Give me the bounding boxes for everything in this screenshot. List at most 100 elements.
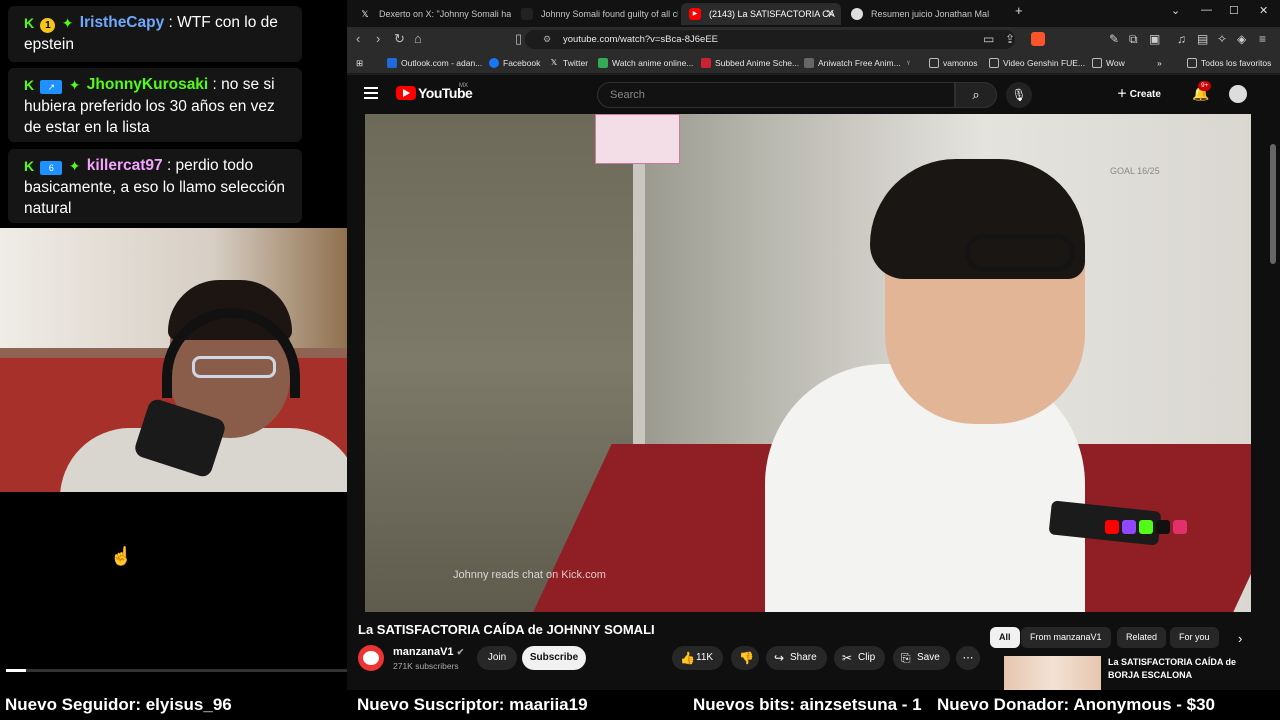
chat-username: JhonnyKurosaki bbox=[86, 76, 209, 93]
leo-icon[interactable]: ✧ bbox=[1217, 32, 1227, 46]
extension-leaf-icon[interactable]: ✎ bbox=[1109, 32, 1119, 46]
bookmark-outlook[interactable]: Outlook.com - adan... bbox=[387, 55, 482, 71]
bookmark-watch-anime[interactable]: Watch anime online... bbox=[598, 55, 693, 71]
chip-related[interactable]: Related bbox=[1117, 627, 1167, 648]
folder-icon bbox=[1187, 58, 1197, 68]
glasses bbox=[192, 356, 276, 378]
chip-from-channel[interactable]: From manzanaV1 bbox=[1021, 627, 1111, 648]
subscribe-button[interactable]: Subscribe bbox=[522, 646, 586, 670]
new-follower-alert: Nuevo Seguidor: elyisus_96 bbox=[5, 695, 232, 714]
new-bits-alert: Nuevos bits: ainzsetsuna - 1 bbox=[693, 695, 922, 714]
forward-icon[interactable]: › bbox=[376, 31, 380, 46]
tab-strip: 𝕏 Dexerto on X: "Johnny Somali has be Jo… bbox=[347, 0, 1280, 27]
site-info-icon[interactable]: ⚙ bbox=[543, 30, 551, 49]
instagram-icon bbox=[1173, 519, 1187, 534]
new-donor-alert: Nuevo Donador: Anonymous - $30 bbox=[937, 695, 1216, 714]
youtube-header: YouTube MX Search ⌕ 🎙 ＋ Create 🔔 9+ bbox=[347, 75, 1280, 114]
address-bar-row: ‹ › ↻ ⌂ ▯ ⚙ youtube.com/watch?v=sBca-8J6… bbox=[347, 27, 1280, 52]
sparkle-badge-icon: ✦ bbox=[61, 15, 74, 31]
train-sign bbox=[595, 114, 680, 164]
webcam-feed bbox=[0, 228, 356, 492]
notification-count: 9+ bbox=[1198, 81, 1212, 91]
search-button[interactable]: ⌕ bbox=[955, 82, 997, 108]
apps-icon[interactable]: ⊞ bbox=[356, 55, 363, 71]
url-field[interactable]: ⚙ youtube.com/watch?v=sBca-8J6eEE bbox=[525, 30, 1015, 49]
thumbs-down-icon: 👎 bbox=[739, 651, 754, 665]
chat-overlay: K 1 ✦ IristheCapy : WTF con lo de epstei… bbox=[0, 0, 347, 228]
bookmark-icon[interactable]: ▯ bbox=[515, 31, 522, 47]
video-title: La SATISFACTORIA CAÍDA de JOHNNY SOMALI bbox=[358, 622, 655, 637]
tab-news[interactable]: Johnny Somali found guilty of all cha bbox=[513, 3, 678, 25]
all-bookmarks-folder[interactable]: Todos los favoritos bbox=[1187, 55, 1271, 71]
news-icon bbox=[521, 8, 533, 20]
extensions-icon[interactable]: ⧉ bbox=[1129, 32, 1138, 47]
recommended-title[interactable]: La SATISFACTORIA CAÍDA de BORJA ESCALONA bbox=[1108, 656, 1248, 682]
anime-schedule-icon bbox=[701, 58, 711, 68]
chevron-right-icon[interactable]: › bbox=[1238, 631, 1242, 646]
menu-icon[interactable] bbox=[364, 87, 378, 99]
home-icon[interactable]: ⌂ bbox=[414, 31, 422, 46]
save-button[interactable]: ⎘ Save bbox=[893, 646, 950, 670]
bookmark-aniwatch[interactable]: Aniwatch Free Anim... bbox=[804, 55, 901, 71]
share-button[interactable]: ↪ Share bbox=[766, 646, 827, 670]
back-icon[interactable]: ‹ bbox=[356, 31, 360, 46]
bookmark-folder-genshin[interactable]: Video Genshin FUE... bbox=[989, 55, 1085, 71]
goal-overlay: GOAL 16/25 bbox=[1110, 166, 1160, 176]
tab-list-icon[interactable]: ⌄ bbox=[1171, 4, 1180, 17]
youtube-logo-icon[interactable] bbox=[396, 86, 416, 100]
chip-for-you[interactable]: For you bbox=[1170, 627, 1219, 648]
tab-youtube[interactable]: ▶ (2143) La SATISFACTORIA CA ✕ bbox=[681, 3, 841, 25]
vpn-icon[interactable]: ◈ bbox=[1237, 32, 1246, 46]
media-icon[interactable]: ♫ bbox=[1177, 32, 1186, 46]
video-player[interactable]: GOAL 16/25 Johnny reads chat on Kick.com bbox=[365, 114, 1251, 612]
voice-search-button[interactable]: 🎙 bbox=[1006, 82, 1032, 108]
search-input[interactable]: Search bbox=[597, 82, 955, 108]
folder-icon bbox=[1092, 58, 1102, 68]
scrollbar[interactable] bbox=[1270, 114, 1276, 690]
bookmark-folder-wow[interactable]: Wow bbox=[1092, 55, 1125, 71]
more-actions-button[interactable]: ⋯ bbox=[956, 646, 980, 670]
bookmark-twitter[interactable]: 𝕏 Twitter bbox=[549, 55, 588, 71]
sparkle-badge-icon: ✦ bbox=[68, 77, 81, 93]
avatar[interactable] bbox=[1229, 85, 1247, 103]
recommended-thumbnail[interactable] bbox=[1004, 656, 1101, 690]
create-button[interactable]: ＋ Create bbox=[1117, 84, 1161, 106]
close-window-button[interactable]: ✕ bbox=[1259, 4, 1268, 17]
close-tab-icon[interactable]: ✕ bbox=[826, 3, 835, 25]
twitch-icon bbox=[1122, 519, 1136, 534]
tab-dexerto[interactable]: 𝕏 Dexerto on X: "Johnny Somali has be bbox=[351, 3, 511, 25]
clip-button[interactable]: ✂ Clip bbox=[834, 646, 886, 670]
maximize-button[interactable]: ☐ bbox=[1229, 4, 1239, 17]
save-icon: ⎘ bbox=[901, 651, 911, 665]
sparkle-badge-icon: ✦ bbox=[68, 158, 81, 174]
chat-username: killercat97 bbox=[86, 157, 163, 174]
subscriber-badge-icon: 6 bbox=[40, 161, 63, 175]
chat-message: K 1 ✦ IristheCapy : WTF con lo de epstei… bbox=[8, 6, 302, 62]
more-icon: ⋯ bbox=[962, 652, 974, 664]
channel-avatar[interactable] bbox=[358, 645, 384, 671]
tab-chatgpt[interactable]: Resumen juicio Jonathan Mal bbox=[843, 3, 1008, 25]
minimize-button[interactable]: — bbox=[1201, 4, 1212, 16]
sidebar-icon[interactable]: ▣ bbox=[1149, 32, 1160, 46]
join-button[interactable]: Join bbox=[477, 646, 517, 670]
more-bookmarks-icon[interactable]: » bbox=[1157, 55, 1162, 71]
chip-all[interactable]: All bbox=[990, 627, 1020, 648]
reload-icon[interactable]: ↻ bbox=[394, 31, 405, 47]
dislike-button[interactable]: 👎 bbox=[731, 646, 759, 670]
wallet-icon[interactable]: ▤ bbox=[1197, 32, 1208, 46]
kick-badge-icon: K bbox=[24, 158, 35, 174]
country-code: MX bbox=[459, 83, 468, 89]
x-icon: 𝕏 bbox=[550, 58, 558, 67]
bookmark-facebook[interactable]: Facebook bbox=[489, 55, 540, 71]
menu-icon[interactable]: ≡ bbox=[1259, 32, 1266, 46]
bookmark-folder-vamonos[interactable]: vamonos bbox=[929, 55, 978, 71]
like-button[interactable]: 👍 11K bbox=[672, 646, 724, 670]
cast-icon[interactable]: ▭ bbox=[983, 32, 994, 46]
channel-name[interactable]: manzanaV1 ✔ bbox=[393, 646, 464, 658]
new-subscriber-alert: Nuevo Suscriptor: maariia19 bbox=[357, 695, 588, 714]
brave-shield-icon[interactable] bbox=[1031, 32, 1045, 46]
bookmark-subbed-anime[interactable]: Subbed Anime Sche... bbox=[701, 55, 799, 71]
share-page-icon[interactable]: ⇪ bbox=[1005, 32, 1015, 46]
new-tab-button[interactable]: + bbox=[1015, 3, 1023, 18]
bookmark-overflow-icon[interactable]: ᵞ bbox=[907, 55, 910, 71]
